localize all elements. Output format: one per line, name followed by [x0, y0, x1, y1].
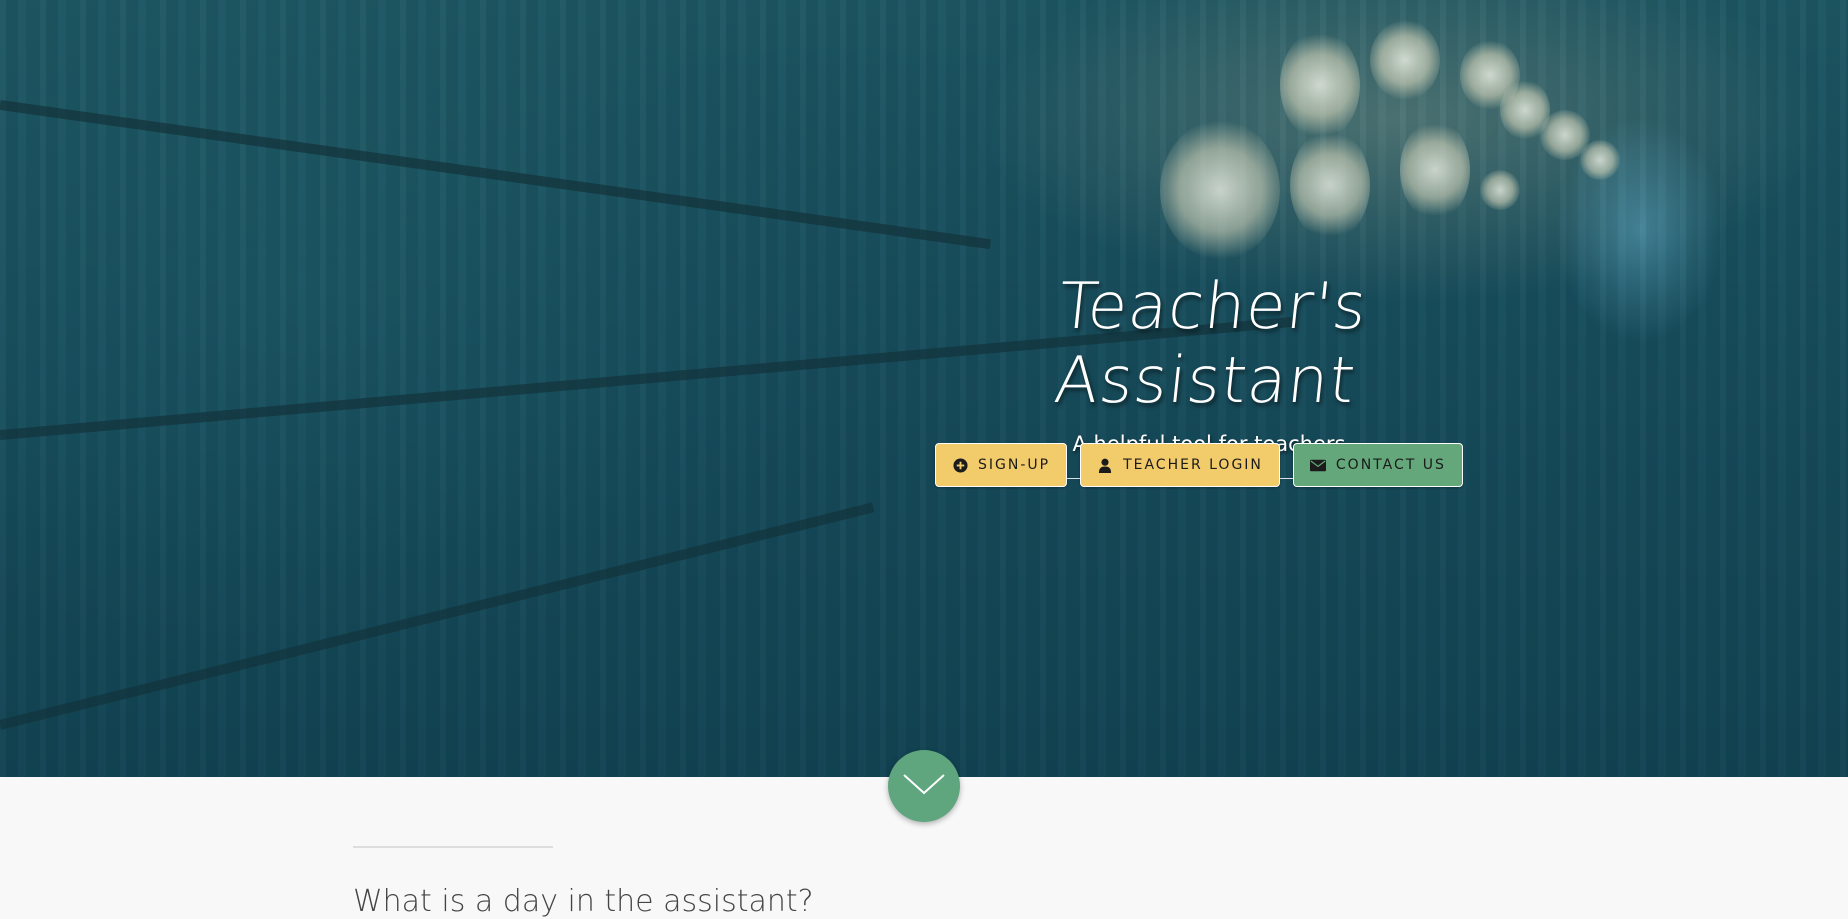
teacher-login-button-label: TEACHER LOGIN	[1123, 457, 1263, 473]
section-heading: What is a day in the assistant?	[353, 884, 814, 919]
contact-us-button[interactable]: CONTACT US	[1292, 443, 1463, 487]
teacher-login-button[interactable]: TEACHER LOGIN	[1080, 443, 1280, 487]
plus-circle-icon	[952, 457, 968, 473]
section-divider	[353, 846, 553, 848]
scroll-down-button[interactable]	[888, 750, 960, 822]
signup-button-label: SIGN-UP	[978, 457, 1051, 473]
hero-section: Teacher's Assistant A helpful tool for t…	[0, 0, 1848, 777]
contact-us-button-label: CONTACT US	[1335, 457, 1446, 473]
chevron-down-icon	[902, 772, 946, 800]
user-icon	[1097, 457, 1113, 473]
signup-button[interactable]: SIGN-UP	[935, 443, 1068, 487]
hero-title: Teacher's Assistant	[1050, 270, 1371, 418]
envelope-icon	[1309, 457, 1326, 473]
hero-button-row: SIGN-UP TEACHER LOGIN CONTACT US	[935, 443, 1463, 487]
